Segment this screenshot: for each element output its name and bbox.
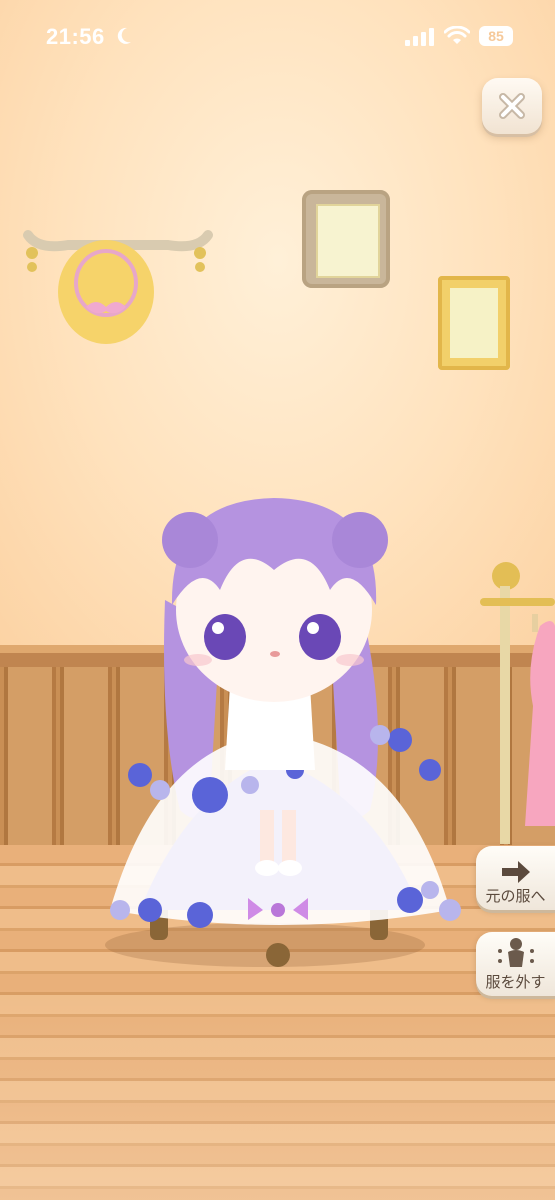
moon-icon — [117, 27, 131, 44]
wifi-icon — [444, 26, 470, 44]
status-bar: 21:56 85 — [0, 0, 555, 74]
undress-figure-icon — [497, 938, 534, 967]
picture-frame-gold — [438, 276, 510, 370]
hat-on-wall-hook — [23, 230, 213, 344]
revert-outfit-label: 元の服へ — [485, 888, 546, 905]
avatar-character — [105, 498, 461, 967]
revert-outfit-button[interactable]: 元の服へ — [476, 846, 555, 910]
remove-clothes-label: 服を外す — [485, 974, 546, 991]
close-button[interactable] — [482, 78, 542, 134]
arrow-right-icon — [501, 861, 530, 883]
picture-frame-gray — [302, 190, 390, 288]
close-icon — [499, 93, 525, 119]
signal-icon — [405, 28, 434, 46]
remove-clothes-button[interactable]: 服を外す — [476, 932, 555, 996]
battery-icon: 85 — [479, 26, 513, 46]
dressing-room-scene — [0, 0, 555, 1200]
status-time: 21:56 — [46, 24, 105, 49]
